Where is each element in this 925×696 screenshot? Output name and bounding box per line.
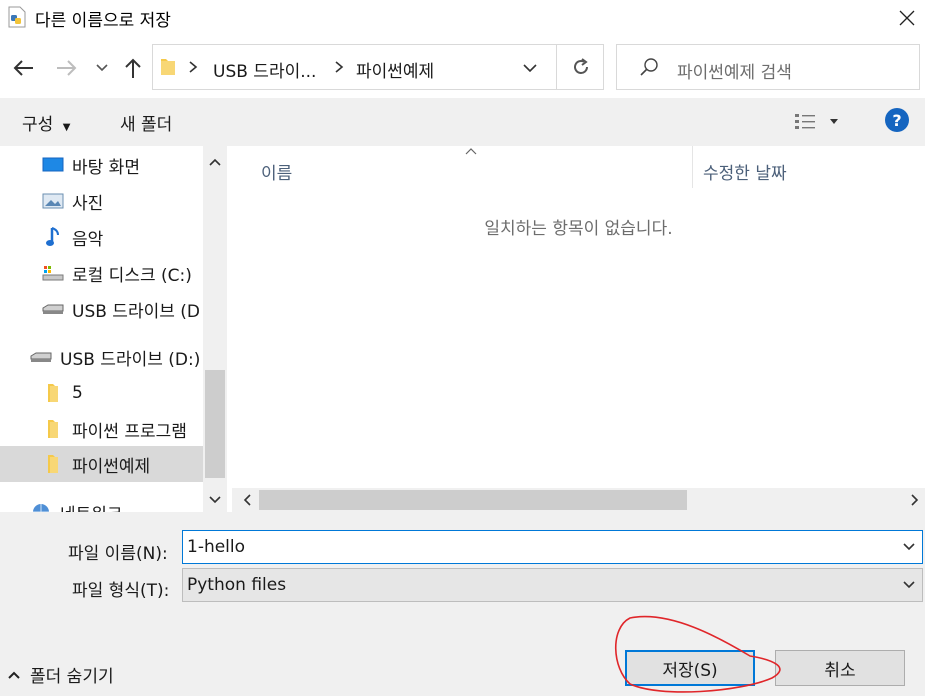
new-folder-button[interactable]: 새 폴더 — [120, 110, 172, 135]
hide-folders-toggle[interactable]: 폴더 숨기기 — [8, 662, 114, 687]
details-view-icon — [795, 114, 815, 129]
local-disk-icon — [42, 263, 64, 283]
column-header-name[interactable]: 이름 — [261, 159, 292, 184]
filename-label: 파일 이름(N): — [68, 544, 168, 564]
nav-item-label: 파이썬 프로그램 — [72, 421, 187, 442]
chevron-up-icon — [8, 671, 20, 679]
nav-item-label: 5 — [72, 383, 83, 403]
refresh-icon — [574, 58, 588, 74]
arrow-left-icon — [13, 60, 33, 76]
nav-scroll-up-button[interactable] — [203, 150, 227, 174]
hide-folders-label: 폴더 숨기기 — [30, 667, 114, 687]
usb-drive-icon — [30, 347, 52, 367]
breadcrumb-current-folder[interactable]: 파이썬예제 — [356, 57, 434, 82]
nav-scroll-thumb[interactable] — [205, 370, 225, 478]
nav-item-python-examples[interactable]: 파이썬예제 — [42, 447, 150, 481]
close-icon — [899, 10, 915, 26]
annotation-circle — [614, 615, 781, 693]
nav-item-python-programs[interactable]: 파이썬 프로그램 — [42, 412, 187, 446]
nav-item-label: 로컬 디스크 (C:) — [72, 265, 192, 286]
desktop-icon — [42, 155, 64, 175]
scroll-left-button[interactable] — [236, 488, 258, 512]
search-placeholder: 파이썬예제 검색 — [677, 63, 792, 83]
nav-item-local-disk[interactable]: 로컬 디스크 (C:) — [42, 256, 192, 290]
arrow-up-icon — [125, 58, 141, 78]
address-bar[interactable]: USB 드라이... 파이썬예제 — [152, 44, 604, 90]
usb-drive-icon — [42, 299, 64, 319]
help-button[interactable]: ? — [885, 108, 909, 132]
chevron-down-icon — [209, 496, 221, 504]
address-dropdown-button[interactable] — [517, 55, 543, 81]
folder-icon — [42, 383, 64, 403]
folder-icon — [161, 59, 175, 75]
chevron-left-icon — [243, 494, 251, 506]
nav-item-label: 사진 — [72, 193, 104, 214]
nav-item-label: 네트워크 — [60, 500, 123, 513]
file-list[interactable] — [232, 146, 925, 512]
nav-item-folder-5[interactable]: 5 — [42, 376, 83, 410]
navigation-pane: 바탕 화면 사진 음악 로컬 디스크 (C:) USB 드라이브 (D USB … — [0, 146, 230, 512]
folder-icon — [42, 419, 64, 439]
filename-input[interactable]: 1-hello — [182, 530, 923, 564]
organize-button[interactable]: 구성 ▼ — [22, 110, 70, 135]
empty-folder-message: 일치하는 항목이 없습니다. — [484, 219, 673, 239]
refresh-button[interactable] — [558, 45, 604, 89]
folder-icon — [42, 454, 64, 474]
filename-dropdown-button[interactable] — [898, 536, 920, 558]
nav-item-label: USB 드라이브 (D:) — [60, 349, 201, 370]
nav-item-label: 파이썬예제 — [72, 456, 151, 477]
nav-item-usb-drive-d[interactable]: USB 드라이브 (D:) — [30, 340, 200, 374]
recent-locations-button[interactable] — [92, 55, 112, 81]
chevron-right-icon[interactable] — [333, 57, 345, 77]
pictures-icon — [42, 191, 64, 211]
window-title: 다른 이름으로 저장 — [35, 11, 171, 31]
nav-item-music[interactable]: 음악 — [42, 220, 103, 254]
arrow-right-icon — [57, 60, 77, 76]
chevron-up-icon — [209, 158, 221, 166]
chevron-down-icon — [903, 581, 915, 589]
sort-ascending-icon — [465, 148, 477, 155]
nav-item-label: 바탕 화면 — [72, 157, 140, 178]
nav-item-label: USB 드라이브 (D — [72, 301, 200, 322]
scroll-right-button[interactable] — [905, 488, 925, 512]
caret-down-icon — [830, 119, 838, 124]
search-icon — [640, 58, 658, 76]
filetype-select[interactable]: Python files — [182, 568, 923, 602]
chevron-right-icon — [911, 494, 919, 506]
nav-item-desktop[interactable]: 바탕 화면 — [42, 148, 140, 182]
nav-scroll-down-button[interactable] — [203, 488, 227, 512]
filetype-label: 파일 형식(T): — [72, 581, 170, 601]
up-button[interactable] — [118, 53, 148, 83]
organize-label: 구성 — [22, 115, 54, 135]
chevron-down-icon — [96, 64, 108, 72]
network-icon — [30, 502, 52, 512]
close-button[interactable] — [892, 4, 922, 32]
column-separator[interactable] — [692, 146, 693, 188]
nav-item-label: 음악 — [72, 229, 104, 250]
filetype-dropdown-button[interactable] — [898, 574, 920, 596]
column-header-date-modified[interactable]: 수정한 날짜 — [703, 159, 787, 184]
chevron-down-icon — [903, 543, 915, 551]
breadcrumb-usb-drive[interactable]: USB 드라이... — [213, 57, 316, 82]
nav-item-pictures[interactable]: 사진 — [42, 184, 103, 218]
horizontal-scroll-thumb[interactable] — [259, 490, 687, 510]
back-button[interactable] — [8, 53, 38, 83]
command-toolbar: 구성 ▼ 새 폴더 ? — [0, 98, 925, 146]
nav-item-network[interactable]: 네트워크 — [30, 495, 123, 512]
address-divider — [556, 45, 557, 89]
chevron-right-icon[interactable] — [187, 57, 199, 77]
view-options-button[interactable] — [794, 110, 846, 134]
caret-down-icon: ▼ — [62, 122, 71, 133]
nav-item-usb-drive[interactable]: USB 드라이브 (D — [42, 292, 200, 326]
python-app-icon — [8, 6, 26, 28]
forward-button[interactable] — [52, 53, 82, 83]
cancel-button[interactable]: 취소 — [775, 650, 905, 686]
search-box[interactable]: 파이썬예제 검색 — [616, 44, 920, 90]
music-icon — [42, 227, 64, 247]
chevron-down-icon — [523, 64, 537, 72]
